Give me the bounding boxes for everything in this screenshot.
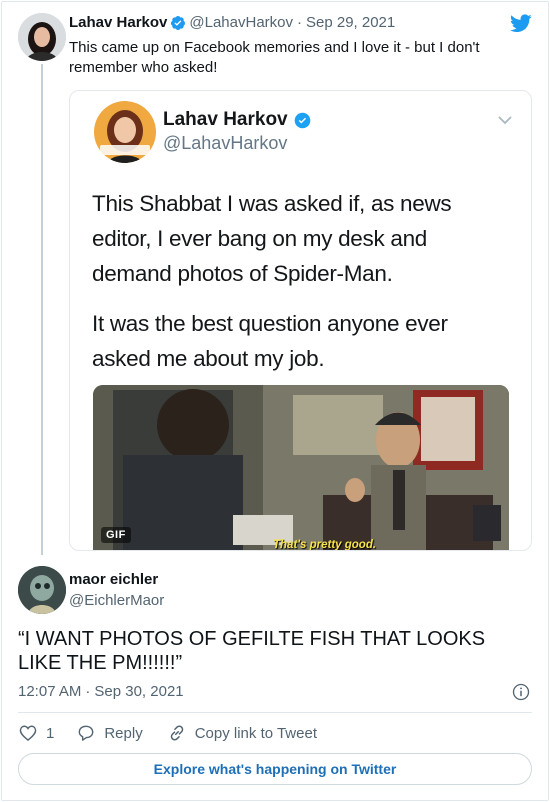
copy-link-label: Copy link to Tweet xyxy=(194,724,317,742)
speech-bubble-icon xyxy=(78,725,94,741)
gif-media[interactable]: GIF That's pretty good. xyxy=(93,385,509,551)
reply-author-handle[interactable]: @EichlerMaor xyxy=(69,592,164,609)
screenshot-body-paragraph: It was the best question anyone ever ask… xyxy=(92,311,448,371)
reply-date[interactable]: Sep 30, 2021 xyxy=(94,683,183,700)
screenshot-author-avatar xyxy=(94,101,156,163)
reply-avatar-image xyxy=(18,566,66,614)
tweet-date[interactable]: Sep 29, 2021 xyxy=(306,14,395,31)
explore-twitter-button[interactable]: Explore what's happening on Twitter xyxy=(18,753,532,785)
screenshot-author-name: Lahav Harkov xyxy=(163,109,314,131)
screenshot-author-name-text: Lahav Harkov xyxy=(163,109,288,130)
reply-author-name[interactable]: maor eichler xyxy=(69,571,158,588)
screenshot-author-handle: @LahavHarkov xyxy=(163,133,288,153)
verified-badge-icon xyxy=(294,112,310,128)
like-button[interactable]: 1 xyxy=(18,723,76,743)
tweet-header: Lahav Harkov @LahavHarkov · Sep 29, 2021 xyxy=(69,14,395,31)
tweet-text: This came up on Facebook memories and I … xyxy=(69,39,480,76)
reply-author-avatar[interactable] xyxy=(18,566,66,614)
reply-button[interactable]: Reply xyxy=(76,723,143,743)
meta-separator: · xyxy=(85,683,91,700)
gif-badge: GIF xyxy=(101,527,131,543)
twitter-bird-icon[interactable] xyxy=(510,14,532,33)
screenshot-body-paragraph: This Shabbat I was asked if, as news edi… xyxy=(92,191,452,286)
reply-label: Reply xyxy=(104,724,143,742)
reply-timestamp[interactable]: 12:07 AM · Sep 30, 2021 xyxy=(18,683,184,700)
verified-badge-icon xyxy=(171,15,186,30)
gif-scene-image xyxy=(93,385,509,550)
chevron-down-icon xyxy=(498,116,512,125)
author-handle[interactable]: @LahavHarkov xyxy=(189,14,293,31)
info-icon[interactable] xyxy=(511,682,531,702)
author-avatar[interactable] xyxy=(18,13,66,61)
reply-time[interactable]: 12:07 AM xyxy=(18,683,81,700)
reply-tweet-text: “I WANT PHOTOS OF GEFILTE FISH THAT LOOK… xyxy=(18,628,486,674)
tweet-actions: 1 Reply Copy link to Tweet xyxy=(18,722,317,744)
author-avatar-image xyxy=(18,13,66,61)
tweet-screenshot-image[interactable]: Lahav Harkov @LahavHarkov This Shabbat I… xyxy=(69,90,532,551)
like-count: 1 xyxy=(46,724,55,742)
gif-subtitle: That's pretty good. xyxy=(273,539,377,551)
link-icon xyxy=(170,725,183,741)
copy-link-button[interactable]: Copy link to Tweet xyxy=(167,723,317,743)
author-name[interactable]: Lahav Harkov xyxy=(69,14,167,31)
thread-connector-line xyxy=(41,64,43,555)
divider xyxy=(18,712,532,713)
heart-icon xyxy=(19,725,37,741)
meta-separator: · xyxy=(297,14,302,31)
screenshot-avatar-image xyxy=(94,101,156,163)
